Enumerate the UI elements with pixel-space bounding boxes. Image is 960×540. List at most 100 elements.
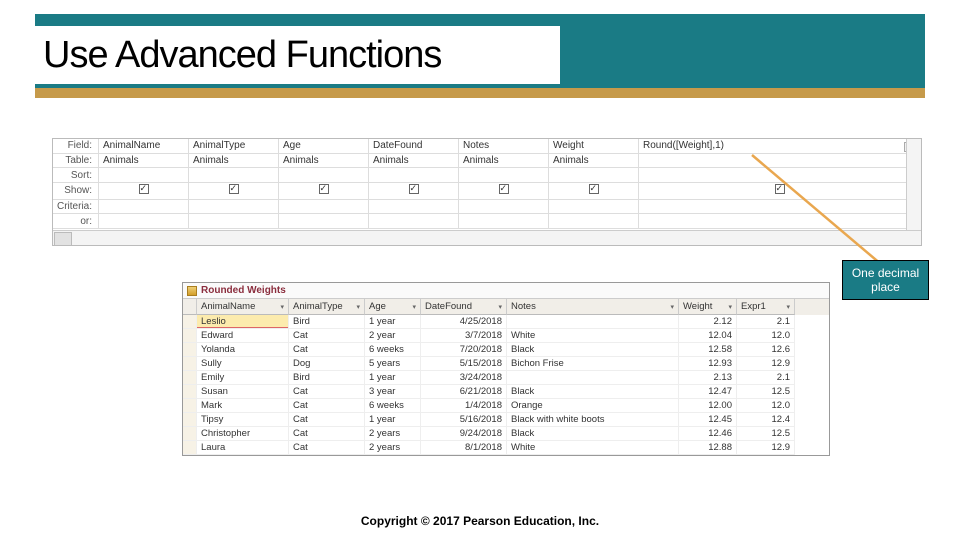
horizontal-scrollbar[interactable] (53, 230, 921, 245)
query-design-grid: Field: AnimalName AnimalType Age DateFou… (52, 138, 922, 246)
cell-age: 5 years (365, 357, 421, 371)
cell-weight: 12.58 (679, 343, 737, 357)
table-row[interactable]: ChristopherCat2 years9/24/2018Black12.46… (183, 427, 829, 441)
datasheet-icon (187, 286, 197, 296)
cell-weight: 12.45 (679, 413, 737, 427)
table-row[interactable]: EdwardCat2 year3/7/2018White12.0412.0 (183, 329, 829, 343)
cell-date: 5/15/2018 (421, 357, 507, 371)
chevron-down-icon[interactable]: ▾ (728, 303, 732, 311)
cell-weight: 12.46 (679, 427, 737, 441)
show-check-5[interactable] (589, 184, 599, 194)
show-check-6[interactable] (775, 184, 785, 194)
row-selector (183, 441, 197, 455)
field-col-5[interactable]: Weight (549, 139, 639, 153)
colhdr-expr[interactable]: Expr1▾ (737, 299, 795, 315)
chevron-down-icon[interactable]: ▾ (412, 303, 416, 311)
datasheet: Rounded Weights AnimalName▾ AnimalType▾ … (182, 282, 830, 456)
cell-age: 6 weeks (365, 343, 421, 357)
cell-expr: 12.0 (737, 399, 795, 413)
cell-notes: Black (507, 427, 679, 441)
qrow-label-sort: Sort: (53, 168, 99, 183)
colhdr-notes[interactable]: Notes▾ (507, 299, 679, 315)
vertical-scrollbar[interactable] (906, 139, 921, 231)
field-col-3[interactable]: DateFound (369, 139, 459, 153)
cell-name: Susan (197, 385, 289, 399)
table-row[interactable]: YolandaCat6 weeks7/20/2018Black12.5812.6 (183, 343, 829, 357)
cell-date: 7/20/2018 (421, 343, 507, 357)
field-col-1[interactable]: AnimalType (189, 139, 279, 153)
slide-header: Use Advanced Functions (35, 14, 925, 98)
table-col-4[interactable]: Animals (459, 153, 549, 168)
cell-type: Cat (289, 329, 365, 343)
chevron-down-icon[interactable]: ▾ (356, 303, 360, 311)
chevron-down-icon[interactable]: ▾ (786, 303, 790, 311)
cell-date: 6/21/2018 (421, 385, 507, 399)
header-gold-bar (35, 88, 925, 98)
colhdr-name[interactable]: AnimalName▾ (197, 299, 289, 315)
colhdr-type[interactable]: AnimalType▾ (289, 299, 365, 315)
cell-type: Cat (289, 343, 365, 357)
cell-expr: 12.5 (737, 385, 795, 399)
cell-notes: White (507, 329, 679, 343)
cell-name: Tipsy (197, 413, 289, 427)
show-check-1[interactable] (229, 184, 239, 194)
cell-type: Bird (289, 315, 365, 329)
datasheet-body: LeslioBird1 year4/25/20182.122.1EdwardCa… (183, 315, 829, 455)
table-col-1[interactable]: Animals (189, 153, 279, 168)
chevron-down-icon[interactable]: ▾ (280, 303, 284, 311)
qrow-label-show: Show: (53, 182, 99, 199)
show-check-3[interactable] (409, 184, 419, 194)
chevron-down-icon[interactable]: ▾ (498, 303, 502, 311)
cell-date: 5/16/2018 (421, 413, 507, 427)
row-selector (183, 329, 197, 343)
cell-expr: 2.1 (737, 315, 795, 329)
copyright-text: Copyright © 2017 Pearson Education, Inc. (361, 514, 599, 528)
cell-type: Dog (289, 357, 365, 371)
cell-age: 6 weeks (365, 399, 421, 413)
table-col-0[interactable]: Animals (99, 153, 189, 168)
table-col-3[interactable]: Animals (369, 153, 459, 168)
cell-weight: 12.00 (679, 399, 737, 413)
cell-weight: 2.13 (679, 371, 737, 385)
field-col-4[interactable]: Notes (459, 139, 549, 153)
cell-weight: 12.47 (679, 385, 737, 399)
chevron-down-icon[interactable]: ▾ (670, 303, 674, 311)
cell-type: Bird (289, 371, 365, 385)
colhdr-weight[interactable]: Weight▾ (679, 299, 737, 315)
field-col-6[interactable]: Round([Weight],1) ▾ (639, 139, 921, 153)
cell-notes: Orange (507, 399, 679, 413)
table-row[interactable]: LauraCat2 years8/1/2018White12.8812.9 (183, 441, 829, 455)
colhdr-age[interactable]: Age▾ (365, 299, 421, 315)
colhdr-date[interactable]: DateFound▾ (421, 299, 507, 315)
table-row[interactable]: EmilyBird1 year3/24/20182.132.1 (183, 371, 829, 385)
cell-name: Leslio (197, 315, 289, 329)
table-col-6[interactable] (639, 153, 921, 168)
cell-date: 9/24/2018 (421, 427, 507, 441)
cell-name: Laura (197, 441, 289, 455)
cell-expr: 12.5 (737, 427, 795, 441)
cell-notes: White (507, 441, 679, 455)
show-check-0[interactable] (139, 184, 149, 194)
table-col-2[interactable]: Animals (279, 153, 369, 168)
header-white-bg: Use Advanced Functions (35, 26, 560, 84)
cell-notes (507, 315, 679, 329)
row-selector (183, 427, 197, 441)
table-col-5[interactable]: Animals (549, 153, 639, 168)
callout-text: One decimal place (852, 266, 919, 294)
cell-weight: 12.04 (679, 329, 737, 343)
cell-age: 1 year (365, 413, 421, 427)
row-selector (183, 413, 197, 427)
table-row[interactable]: SullyDog5 years5/15/2018Bichon Frise12.9… (183, 357, 829, 371)
show-check-2[interactable] (319, 184, 329, 194)
cell-expr: 12.0 (737, 329, 795, 343)
field-col-2[interactable]: Age (279, 139, 369, 153)
cell-notes: Black with white boots (507, 413, 679, 427)
show-check-4[interactable] (499, 184, 509, 194)
row-selector (183, 343, 197, 357)
table-row[interactable]: MarkCat6 weeks1/4/2018Orange12.0012.0 (183, 399, 829, 413)
cell-type: Cat (289, 385, 365, 399)
table-row[interactable]: LeslioBird1 year4/25/20182.122.1 (183, 315, 829, 329)
table-row[interactable]: SusanCat3 year6/21/2018Black12.4712.5 (183, 385, 829, 399)
table-row[interactable]: TipsyCat1 year5/16/2018Black with white … (183, 413, 829, 427)
field-col-0[interactable]: AnimalName (99, 139, 189, 153)
